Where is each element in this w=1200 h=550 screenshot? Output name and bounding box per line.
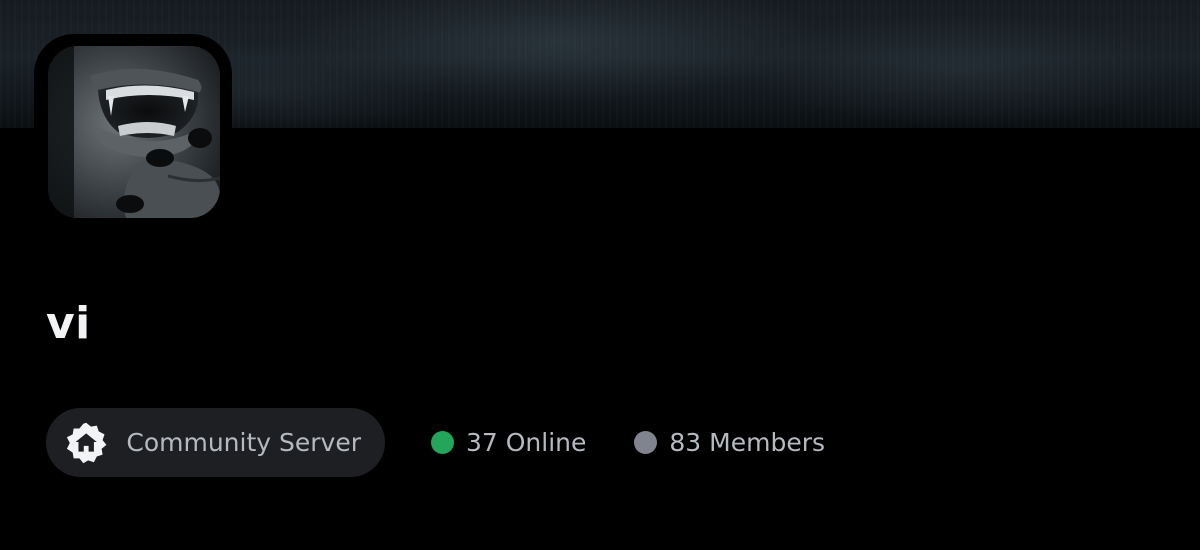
community-server-badge[interactable]: Community Server (46, 408, 385, 477)
member-count-label: 83 Members (669, 428, 826, 457)
online-status-dot (431, 431, 454, 454)
member-count: 83 Members (634, 428, 825, 457)
server-avatar[interactable] (48, 46, 220, 218)
server-name: vi (46, 298, 91, 349)
online-count: 37 Online (431, 428, 586, 457)
community-server-label: Community Server (126, 428, 361, 457)
server-profile: vi Community Server 37 Online 83 Members (0, 0, 1200, 550)
server-avatar-image (48, 46, 220, 218)
server-stats-row: Community Server 37 Online 83 Members (46, 408, 825, 477)
community-house-badge-icon (66, 422, 107, 463)
members-status-dot (634, 431, 658, 454)
online-count-label: 37 Online (466, 428, 587, 457)
